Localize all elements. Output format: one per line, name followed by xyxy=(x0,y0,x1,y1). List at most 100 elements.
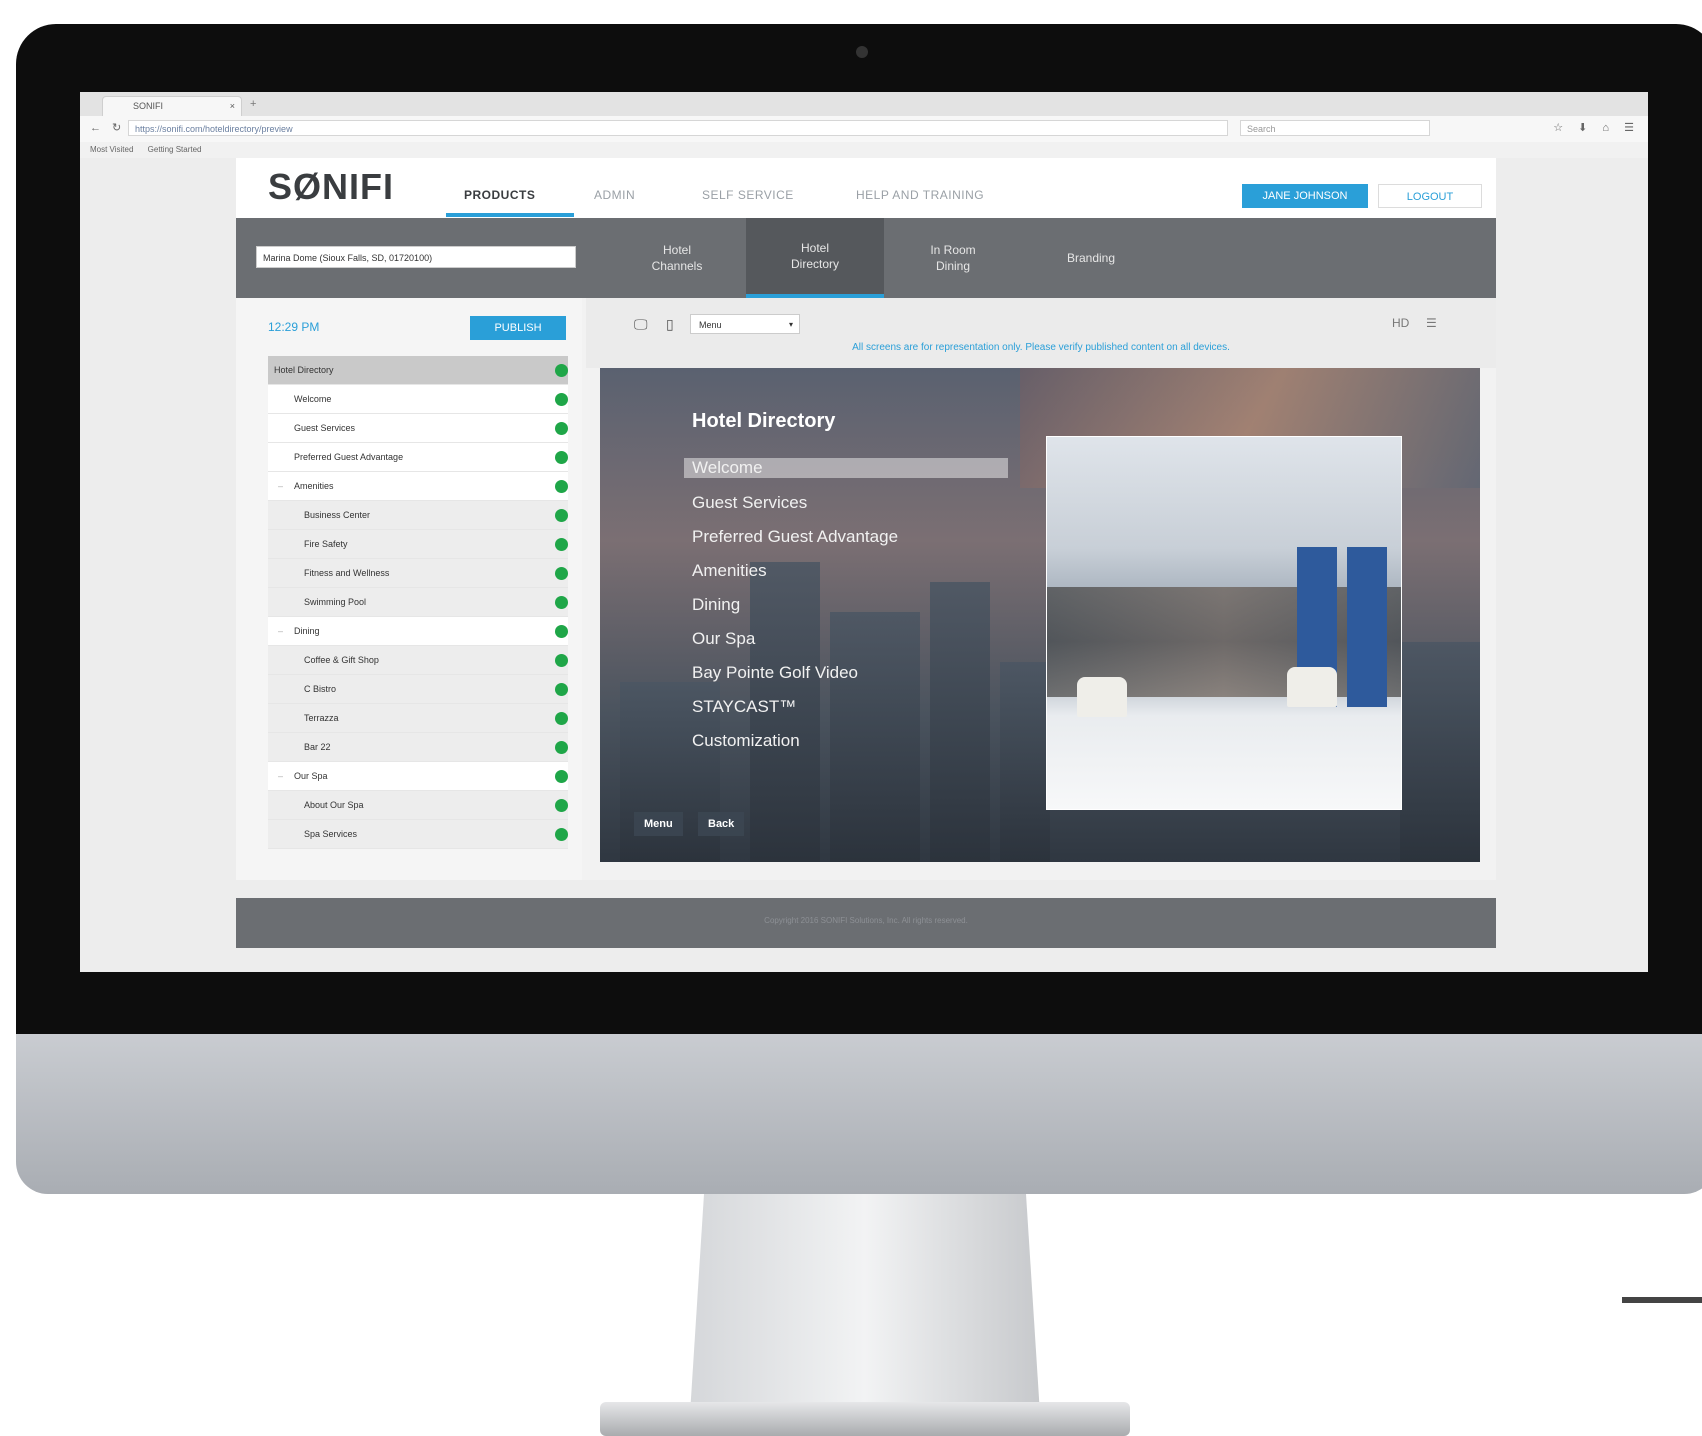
browser-tool-icons[interactable]: ☆ ⬇ ⌂ ☰ xyxy=(1553,121,1640,134)
preview-toolbar: 🖵 ▯ Menu ▾ HD ☰ All screens are for repr… xyxy=(586,298,1496,368)
address-bar[interactable]: https://sonifi.com/hoteldirectory/previe… xyxy=(128,120,1228,136)
tree-item-label: About Our Spa xyxy=(304,800,364,810)
tab-hotel-directory[interactable]: Hotel Directory xyxy=(746,218,884,298)
tree-row[interactable]: Hotel Directory xyxy=(268,356,568,385)
published-status-dot xyxy=(555,712,568,725)
tree-item-label: C Bistro xyxy=(304,684,337,694)
preview-menu-item[interactable]: Guest Services xyxy=(684,486,1008,520)
user-button[interactable]: JANE JOHNSON xyxy=(1242,184,1368,208)
close-tab-icon[interactable]: × xyxy=(230,97,235,115)
new-tab-icon[interactable]: + xyxy=(250,98,256,110)
tree-item-label: Fitness and Wellness xyxy=(304,568,390,578)
tab-label: Hotel Directory xyxy=(790,241,839,271)
published-status-dot xyxy=(555,828,568,841)
preview-menu-item[interactable]: Customization xyxy=(684,724,1008,758)
mobile-icon[interactable]: ▯ xyxy=(666,316,674,333)
screen: SONIFI × + ← ↻ ⌂ https://sonifi.com/hote… xyxy=(80,92,1648,972)
published-status-dot xyxy=(555,741,568,754)
tree-item-label: Coffee & Gift Shop xyxy=(304,655,379,665)
collapse-toggle-icon[interactable]: – xyxy=(278,762,283,790)
browser-toolbar: ← ↻ ⌂ https://sonifi.com/hoteldirectory/… xyxy=(80,116,1648,143)
active-nav-indicator xyxy=(446,213,574,217)
tab-branding[interactable]: Branding xyxy=(1022,218,1160,298)
tab-hotel-channels[interactable]: Hotel Channels xyxy=(608,218,746,298)
camera-icon xyxy=(856,46,868,58)
blue-curtain xyxy=(1347,547,1387,707)
tab-label: Hotel Channels xyxy=(651,243,703,273)
tree-row[interactable]: – Our Spa xyxy=(268,762,568,791)
browser-tab[interactable]: SONIFI × xyxy=(102,96,242,116)
published-status-dot xyxy=(555,393,568,406)
city-building xyxy=(1400,642,1480,862)
tree-row[interactable]: Business Center xyxy=(268,501,568,530)
preview-menu-item[interactable]: Bay Pointe Golf Video xyxy=(684,656,1008,690)
tree-row[interactable]: Welcome xyxy=(268,385,568,414)
tree-row[interactable]: Swimming Pool xyxy=(268,588,568,617)
tree-row[interactable]: Guest Services xyxy=(268,414,568,443)
collapse-toggle-icon[interactable]: – xyxy=(278,472,283,500)
tree-row[interactable]: About Our Spa xyxy=(268,791,568,820)
lobby-chair xyxy=(1077,677,1127,717)
copyright-text: Copyright 2016 SONIFI Solutions, Inc. Al… xyxy=(764,916,968,925)
bookmark-getting-started[interactable]: Getting Started xyxy=(148,145,202,154)
preview-menu-item[interactable]: Welcome xyxy=(684,458,1008,478)
nav-products[interactable]: PRODUCTS xyxy=(464,188,535,202)
tab-in-room-dining[interactable]: In Room Dining xyxy=(884,218,1022,298)
sonifi-app: SØNIFI PRODUCTS ADMIN SELF SERVICE HELP … xyxy=(236,158,1496,948)
preview-menu-item[interactable]: Preferred Guest Advantage xyxy=(684,520,1008,554)
preview-title: Hotel Directory xyxy=(692,410,836,432)
tree-item-label: Our Spa xyxy=(294,771,328,781)
nav-admin[interactable]: ADMIN xyxy=(594,188,635,202)
tab-label: Branding xyxy=(1066,251,1116,265)
desktop-icon[interactable]: 🖵 xyxy=(634,316,648,333)
tree-row[interactable]: Fitness and Wellness xyxy=(268,559,568,588)
tree-row[interactable]: – Dining xyxy=(268,617,568,646)
published-status-dot xyxy=(555,654,568,667)
tree-row[interactable]: C Bistro xyxy=(268,675,568,704)
content-tree-panel: 12:29 PM PUBLISH Hotel Directory Welcome G… xyxy=(236,298,582,880)
tree-row[interactable]: Terrazza xyxy=(268,704,568,733)
logout-button[interactable]: LOGOUT xyxy=(1378,184,1482,208)
hd-toggle[interactable]: HD xyxy=(1392,316,1409,330)
bookmarks-bar: Most Visited Getting Started xyxy=(80,142,1648,158)
tree-row[interactable]: – Amenities xyxy=(268,472,568,501)
tree-row[interactable]: Bar 22 xyxy=(268,733,568,762)
published-status-dot xyxy=(555,538,568,551)
preview-menu-item[interactable]: STAYCAST™ xyxy=(684,690,1008,724)
lobby-photo xyxy=(1046,436,1402,810)
lobby-chair xyxy=(1287,667,1337,707)
preview-menu-item[interactable]: Amenities xyxy=(684,554,1008,588)
tree-row[interactable]: Spa Services xyxy=(268,820,568,849)
published-status-dot xyxy=(555,451,568,464)
preview-menu-item[interactable]: Dining xyxy=(684,588,1008,622)
preview-back-button[interactable]: Back xyxy=(698,812,745,836)
nav-help-and-training[interactable]: HELP AND TRAINING xyxy=(856,188,984,202)
bookmark-most-visited[interactable]: Most Visited xyxy=(90,145,133,154)
shelf-line xyxy=(1622,1297,1702,1303)
list-icon[interactable]: ☰ xyxy=(1426,316,1437,330)
tree-item-label: Spa Services xyxy=(304,829,358,839)
sonifi-logo: SØNIFI xyxy=(268,166,395,207)
published-status-dot xyxy=(555,683,568,696)
preview-menu-item[interactable]: Our Spa xyxy=(684,622,1008,656)
published-status-dot xyxy=(555,480,568,493)
nav-self-service[interactable]: SELF SERVICE xyxy=(702,188,794,202)
tree-item-label: Swimming Pool xyxy=(304,597,367,607)
collapse-toggle-icon[interactable]: – xyxy=(278,617,283,645)
preview-menu-button[interactable]: Menu xyxy=(634,812,683,836)
property-selector[interactable]: Marina Dome (Sioux Falls, SD, 01720100) xyxy=(256,246,576,268)
tree-item-label: Hotel Directory xyxy=(274,365,334,375)
tree-row[interactable]: Preferred Guest Advantage xyxy=(268,443,568,472)
app-footer: Copyright 2016 SONIFI Solutions, Inc. Al… xyxy=(236,898,1496,948)
browser-search-input[interactable]: Search xyxy=(1240,120,1430,136)
chevron-down-icon: ▾ xyxy=(788,320,793,329)
preview-menu: Welcome Guest Services Preferred Guest Adv… xyxy=(684,452,1008,758)
tree-row[interactable]: Coffee & Gift Shop xyxy=(268,646,568,675)
browser-tab-bar: SONIFI × + xyxy=(80,92,1648,116)
tree-row[interactable]: Fire Safety xyxy=(268,530,568,559)
preview-page-select[interactable]: Menu ▾ xyxy=(690,314,800,334)
tv-preview: Hotel Directory Welcome Guest Services Pre… xyxy=(600,368,1480,862)
published-status-dot xyxy=(555,625,568,638)
monitor-chin xyxy=(16,1034,1702,1194)
publish-button[interactable]: PUBLISH xyxy=(470,316,566,340)
